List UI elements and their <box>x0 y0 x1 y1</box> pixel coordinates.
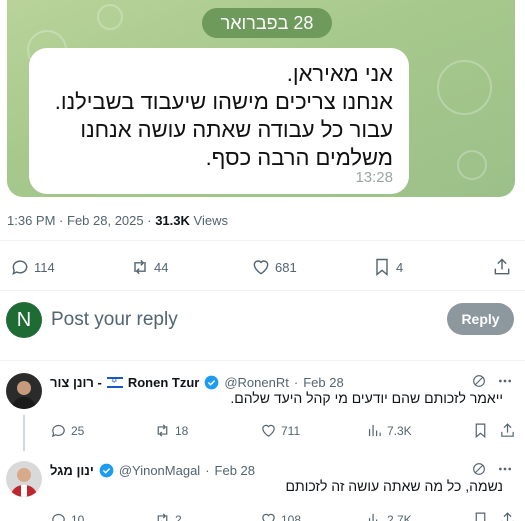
reply-header: ינון מגל @YinonMagal · Feb 28 <box>50 462 256 478</box>
post-media-image[interactable]: 28 בפברואר אני מאיראן. אנחנו צריכים מישה… <box>7 0 515 197</box>
divider <box>0 290 525 291</box>
repost-count: 2 <box>175 512 182 521</box>
reply-date[interactable]: Feb 28 <box>215 463 255 478</box>
chat-date-pill: 28 בפברואר <box>202 8 332 38</box>
views-count: 2.7K <box>387 512 412 521</box>
share-action[interactable] <box>492 254 512 280</box>
user-handle[interactable]: @RonenRt <box>224 375 289 390</box>
comment-icon <box>51 424 65 438</box>
avatar[interactable] <box>6 373 42 409</box>
reply-tools <box>471 373 513 389</box>
chat-message-line: אני מאיראן. <box>286 61 393 86</box>
israel-flag-icon <box>106 376 123 388</box>
share-icon <box>494 258 510 275</box>
post-action-bar: 114 44 681 4 <box>0 254 525 280</box>
like-action[interactable]: 711 <box>260 422 300 439</box>
heart-icon <box>262 513 275 521</box>
verified-badge-icon <box>99 463 114 477</box>
background-doodle <box>437 60 492 115</box>
repost-icon <box>134 259 146 275</box>
like-count: 681 <box>275 259 297 275</box>
reply-count: 114 <box>34 259 55 275</box>
comment-icon <box>52 513 65 521</box>
reply-count: 25 <box>71 423 85 438</box>
repost-icon <box>157 513 168 521</box>
reply-text: נשמה, כל מה שאתה עושה זה לזכותם <box>285 478 503 494</box>
reply-post[interactable]: ינון מגל @YinonMagal · Feb 28 נשמה, כל מ… <box>0 461 525 521</box>
share-action[interactable] <box>499 422 516 439</box>
display-name-hebrew[interactable]: רונן צור - <box>50 375 102 390</box>
reply-header: רונן צור - Ronen Tzur @RonenRt · Feb 28 <box>50 373 344 391</box>
chat-message-line: משלמים הרבה כסף. <box>205 145 393 170</box>
chat-message-line: אנחנו צריכים מישהו שיעבוד בשבילנו. <box>54 89 393 114</box>
post-time[interactable]: 1:36 PM <box>7 213 55 228</box>
reply-text: ייאמר לזכותם שהם יודעים מי קהל היעד שלהם… <box>230 390 503 406</box>
profile-photo <box>6 373 42 409</box>
bookmark-action[interactable] <box>472 422 489 439</box>
more-icon[interactable] <box>497 461 513 477</box>
reply-button[interactable]: Reply <box>447 303 514 335</box>
divider <box>0 240 525 241</box>
user-handle[interactable]: @YinonMagal <box>119 463 200 478</box>
views-count: 7.3K <box>387 423 412 438</box>
repost-count: 44 <box>154 259 169 275</box>
grok-icon[interactable] <box>471 461 487 477</box>
profile-photo <box>6 461 42 497</box>
like-count: 108 <box>281 512 302 521</box>
reply-action[interactable]: 25 <box>50 422 84 439</box>
views-icon <box>368 513 378 521</box>
grok-icon[interactable] <box>471 373 487 389</box>
reply-action[interactable]: 114 <box>10 254 55 280</box>
display-name[interactable]: ינון מגל <box>50 463 94 478</box>
views-label: Views <box>193 213 228 228</box>
repost-action[interactable]: 2 <box>154 511 182 521</box>
post-meta: 1:36 PM · Feb 28, 2025 · 31.3K Views <box>7 213 228 228</box>
display-name[interactable]: Ronen Tzur <box>128 375 200 390</box>
heart-icon <box>262 424 275 437</box>
repost-count: 18 <box>175 423 189 438</box>
reply-input[interactable]: Post your reply <box>51 309 178 331</box>
share-action[interactable] <box>499 511 516 521</box>
reply-tools <box>471 461 513 477</box>
reply-action-bar: 25 18 711 7.3K <box>0 422 525 442</box>
chat-message-time: 13:28 <box>355 169 393 186</box>
verified-badge-icon <box>204 375 219 389</box>
comment-icon <box>12 260 28 275</box>
avatar[interactable] <box>6 461 42 497</box>
share-icon <box>501 512 514 521</box>
reply-count: 10 <box>71 512 85 521</box>
repost-action[interactable]: 44 <box>130 254 168 280</box>
like-action[interactable]: 681 <box>251 254 297 280</box>
bookmark-action[interactable] <box>472 511 489 521</box>
reply-action[interactable]: 10 <box>50 511 84 521</box>
post-date[interactable]: Feb 28, 2025 <box>67 213 144 228</box>
chat-message-bubble: אני מאיראן. אנחנו צריכים מישהו שיעבוד בש… <box>29 48 409 194</box>
repost-icon <box>157 424 168 437</box>
reply-action-bar: 10 2 108 2.7K <box>0 511 525 521</box>
user-avatar[interactable]: N <box>6 302 42 338</box>
chat-message-line: עבור כל עבודה שאתה עושה אנחנו <box>80 117 393 142</box>
more-icon[interactable] <box>497 373 513 389</box>
like-action[interactable]: 108 <box>260 511 301 521</box>
views-count: 31.3K <box>155 213 190 228</box>
bookmark-icon <box>475 512 486 521</box>
bookmark-icon <box>475 423 486 439</box>
views-icon <box>368 424 381 437</box>
views-action[interactable]: 7.3K <box>366 422 412 439</box>
bookmark-action[interactable]: 4 <box>372 254 403 280</box>
bookmark-icon <box>376 258 388 277</box>
heart-icon <box>253 260 269 275</box>
bookmark-count: 4 <box>396 259 404 275</box>
reply-post[interactable]: רונן צור - Ronen Tzur @RonenRt · Feb 28 … <box>0 373 525 451</box>
reply-date[interactable]: Feb 28 <box>303 375 343 390</box>
repost-action[interactable]: 18 <box>154 422 188 439</box>
views-action[interactable]: 2.7K <box>366 511 412 521</box>
like-count: 711 <box>281 423 301 438</box>
background-doodle <box>97 4 123 30</box>
share-icon <box>501 423 514 437</box>
background-doodle <box>457 150 487 180</box>
chat-message-text: אני מאיראן. אנחנו צריכים מישהו שיעבוד בש… <box>45 60 393 172</box>
divider <box>0 360 525 361</box>
